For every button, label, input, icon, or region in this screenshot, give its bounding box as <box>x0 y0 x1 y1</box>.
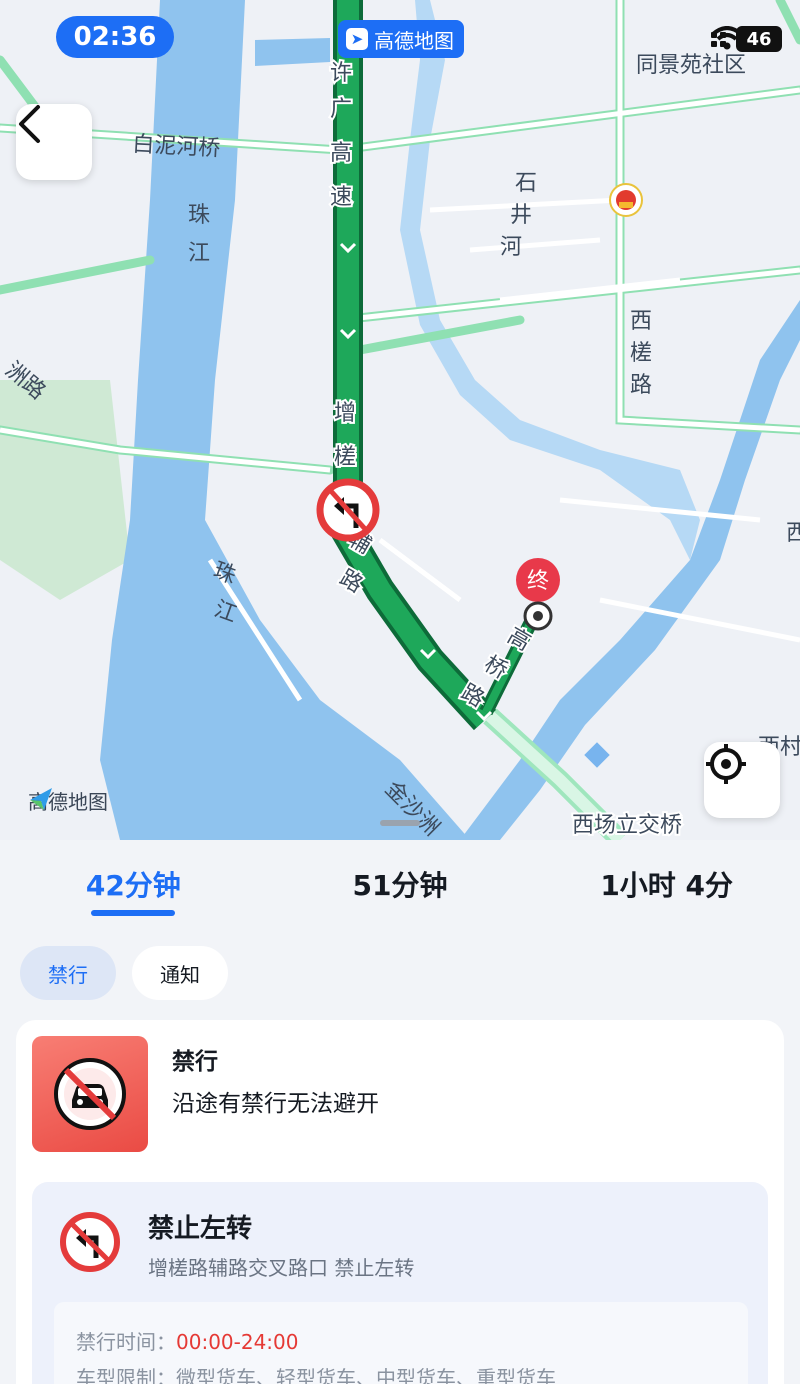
map-label-tongjingyuan: 同景苑社区 <box>636 53 746 78</box>
route-tab-3-label: 1小时 4分 <box>600 869 734 902</box>
back-button[interactable] <box>16 104 92 180</box>
locate-me-button[interactable] <box>704 742 780 818</box>
route-tab-1[interactable]: 42分钟 <box>0 840 267 928</box>
map-label-xilou-road: 西槎路 <box>630 309 652 398</box>
map-label-bainihe-bridge: 白泥河桥 <box>132 132 221 162</box>
navigation-arrow-icon: ➤ <box>346 28 368 50</box>
app-name-label: 高德地图 <box>374 28 454 53</box>
map-label-xi-partial: 西 <box>786 521 800 546</box>
restriction-time-label: 禁行时间： <box>76 1330 176 1354</box>
vehicle-limit-row: 车型限制：微型货车、轻型货车、中型货车、重型货车 <box>76 1360 726 1384</box>
crosshair-icon <box>706 744 746 784</box>
chevron-left-icon <box>19 105 40 143</box>
map-label-xichang-interchange: 西场立交桥 <box>572 813 682 838</box>
filter-chips: 禁行 通知 <box>20 946 228 1000</box>
restriction-card: 禁行 沿途有禁行无法避开 禁止左转 增槎路辅路交叉路口 禁止左转 禁行时间：00… <box>16 1020 784 1384</box>
route-tabs: 42分钟 51分钟 1小时 4分 <box>0 840 800 928</box>
map-watermark: 高德地图 <box>28 786 108 815</box>
route-tab-2-label: 51分钟 <box>352 869 448 902</box>
map-view[interactable]: 许广高速 白泥河桥 珠江 珠江 石井河 西槎路 增槎 辅路 高桥路 同景苑社区 … <box>0 0 800 840</box>
map-canvas: 许广高速 白泥河桥 珠江 珠江 石井河 西槎路 增槎 辅路 高桥路 同景苑社区 … <box>0 0 800 840</box>
no-car-icon <box>32 1036 148 1152</box>
restriction-title: 禁行 <box>172 1049 218 1075</box>
app-name-pill[interactable]: ➤ 高德地图 <box>338 20 464 58</box>
filter-chip-restriction[interactable]: 禁行 <box>20 946 116 1000</box>
route-tab-2[interactable]: 51分钟 <box>267 840 534 928</box>
restriction-details: 禁行时间：00:00-24:00 车型限制：微型货车、轻型货车、中型货车、重型货… <box>54 1302 748 1384</box>
restriction-item-title: 禁止左转 <box>148 1214 253 1244</box>
vehicle-limit-value: 微型货车、轻型货车、中型货车、重型货车 <box>176 1366 556 1384</box>
route-tab-3[interactable]: 1小时 4分 <box>533 840 800 928</box>
restriction-item[interactable]: 禁止左转 增槎路辅路交叉路口 禁止左转 禁行时间：00:00-24:00 车型限… <box>32 1182 768 1384</box>
route-tab-1-label: 42分钟 <box>85 869 181 902</box>
vehicle-limit-label: 车型限制： <box>76 1366 176 1384</box>
status-icons: 46 <box>711 26 782 52</box>
filter-chip-notice[interactable]: 通知 <box>132 946 228 1000</box>
amap-logo-icon <box>30 788 52 810</box>
gas-station-icon[interactable] <box>609 183 643 217</box>
restriction-time-row: 禁行时间：00:00-24:00 <box>76 1324 726 1360</box>
restriction-time-value: 00:00-24:00 <box>176 1330 299 1354</box>
restriction-item-location: 增槎路辅路交叉路口 禁止左转 <box>148 1256 415 1280</box>
drag-handle[interactable] <box>380 820 420 826</box>
no-left-turn-map-icon[interactable] <box>316 478 380 542</box>
status-time: 02:36 <box>56 16 174 58</box>
restriction-description: 沿途有禁行无法避开 <box>172 1091 379 1117</box>
active-tab-underline <box>91 910 176 916</box>
wifi-icon <box>711 26 743 50</box>
svg-text:终: 终 <box>527 569 549 594</box>
no-left-turn-icon <box>60 1212 120 1272</box>
